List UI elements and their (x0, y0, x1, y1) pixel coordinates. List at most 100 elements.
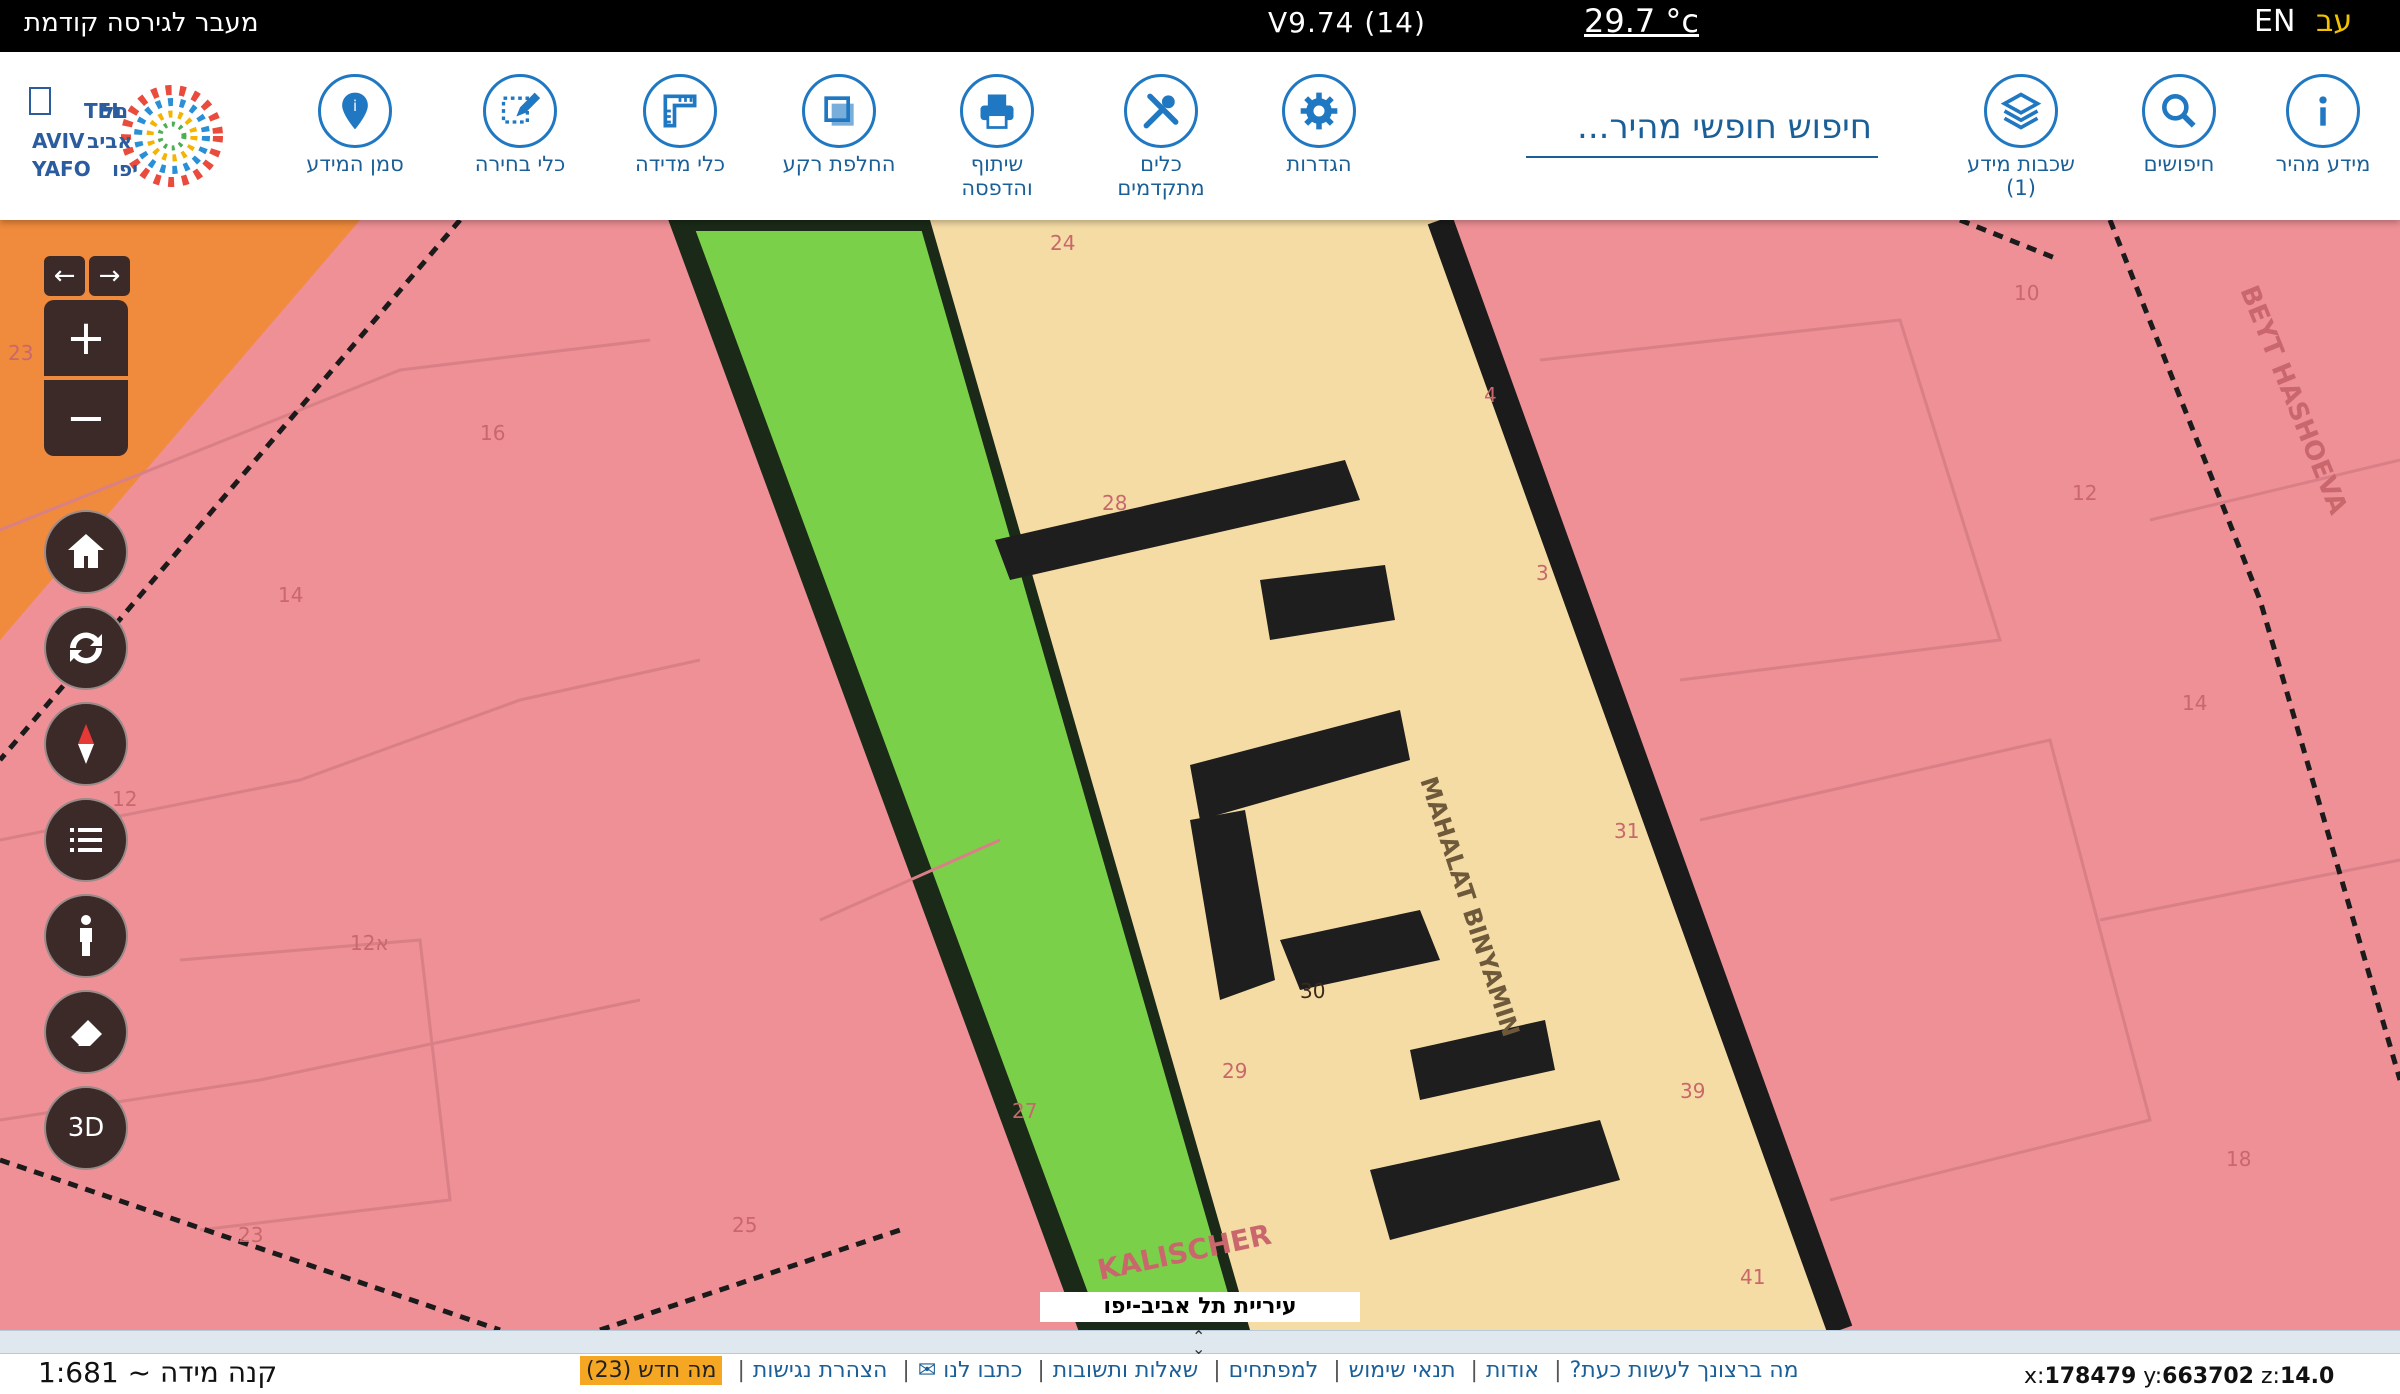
footer-link-accessibility[interactable]: הצהרת נגישות (753, 1358, 888, 1383)
list-icon (70, 828, 102, 852)
info-marker-label: סמן המידע (306, 152, 404, 176)
ruler-icon (643, 74, 717, 148)
street-view-button[interactable] (44, 894, 128, 978)
lang-he-button[interactable]: עב (2316, 4, 2352, 39)
3d-button[interactable]: 3D (44, 1086, 128, 1170)
info-layers-tool[interactable]: שכבות מידע (1) (1936, 74, 2106, 200)
z-label: z: (2261, 1364, 2280, 1389)
info-icon (2286, 74, 2360, 148)
plus-icon: + (65, 310, 107, 366)
footer-links: מה ברצונך לעשות כעת?| אודות| תנאי שימוש|… (580, 1356, 1799, 1385)
parcel-number: 23 (8, 341, 33, 365)
zoom-in-button[interactable]: + (44, 300, 128, 376)
footer-link-faq[interactable]: שאלות ותשובות (1053, 1358, 1198, 1383)
version-label: V9.74 (14) (1268, 6, 1426, 39)
map-view[interactable]: KALISCHER BEYT HASHOEVA MAHALAT BINYAMIN… (0, 220, 2400, 1330)
3d-label: 3D (67, 1113, 105, 1143)
temperature-link[interactable]: 29.7 °c (1584, 2, 1699, 40)
eraser-button[interactable] (44, 990, 128, 1074)
svg-text:i: i (353, 98, 357, 115)
tools-icon (1124, 74, 1198, 148)
footer-link-what-to-do[interactable]: מה ברצונך לעשות כעת? (1570, 1358, 1799, 1383)
info-layers-label: שכבות מידע (1967, 152, 2075, 176)
compass-icon (78, 724, 94, 764)
parcel-number: 18 (2226, 1147, 2251, 1171)
parcel-number: 24 (1050, 231, 1075, 255)
forward-arrow-icon[interactable]: → (89, 256, 130, 296)
footer-link-terms[interactable]: תנאי שימוש (1349, 1358, 1456, 1383)
toolbar: TEL AVIV YAFO תל אביב יפו i סמן המידע כל… (0, 52, 2400, 220)
panel-resize-handle[interactable]: ⌃ ⌄ (0, 1327, 2400, 1358)
refresh-button[interactable] (44, 606, 128, 690)
select-tool-label: כלי בחירה (474, 152, 566, 176)
back-arrow-icon[interactable]: ← (44, 256, 85, 296)
tel-aviv-logo[interactable]: TEL AVIV YAFO תל אביב יפו (22, 76, 252, 200)
logo-text-he-aviv: אביב (87, 129, 132, 153)
parcel-number: 31 (1614, 819, 1639, 843)
stack-layers-icon (1984, 74, 2058, 148)
coordinates-readout: x:178479 y:663702 z:14.0 (2024, 1364, 2334, 1389)
footer-link-about[interactable]: אודות (1486, 1358, 1539, 1383)
parcel-number: 25 (732, 1213, 757, 1237)
layers-copy-icon (802, 74, 876, 148)
eraser-icon (68, 1020, 102, 1048)
quick-info-tool[interactable]: מידע מהיר (2238, 74, 2400, 176)
home-button[interactable] (44, 510, 128, 594)
map-credit: עיריית תל אביב-יפו (1040, 1292, 1360, 1322)
zoom-out-button[interactable]: − (44, 380, 128, 456)
select-tool[interactable]: כלי בחירה (435, 74, 605, 176)
basemap-tool[interactable]: החלפת רקע (754, 74, 924, 176)
gear-icon (1282, 74, 1356, 148)
quick-search-input[interactable]: חיפוש חופשי מהיר... (1526, 102, 1878, 158)
y-value: 663702 (2162, 1364, 2254, 1389)
logo-text-yafo: YAFO (31, 157, 91, 181)
share-label-1: שיתוף (970, 152, 1024, 176)
parcel-number: 12 (2072, 481, 2097, 505)
legend-button[interactable] (44, 798, 128, 882)
parcel-number: 14 (278, 583, 303, 607)
status-bar: קנה מידה ~ 1:681 מה ברצונך לעשות כעת?| א… (0, 1354, 2400, 1394)
advanced-tools-label-1: כלים (1140, 152, 1182, 176)
footer-link-contact[interactable]: כתבו לנו ✉ (918, 1358, 1023, 1383)
parcel-number: 12א (350, 931, 389, 955)
measure-tool[interactable]: כלי מדידה (595, 74, 765, 176)
scale-label: קנה מידה ~ 1:681 (38, 1356, 278, 1389)
map-pin-icon: i (318, 74, 392, 148)
map-canvas[interactable]: KALISCHER BEYT HASHOEVA MAHALAT BINYAMIN… (0, 220, 2400, 1330)
share-print-tool[interactable]: שיתוף והדפסה (912, 74, 1082, 200)
expand-arrows-icon: ⌃ ⌄ (1192, 1327, 1206, 1358)
parcel-number: 28 (1102, 491, 1127, 515)
top-bar: מעבר לגירסה קודמת V9.74 (14) 29.7 °c EN … (0, 0, 2400, 52)
refresh-icon (70, 632, 102, 664)
measure-tool-label: כלי מדידה (634, 152, 726, 176)
minus-icon: − (65, 390, 107, 446)
parcel-number: 14 (2182, 691, 2207, 715)
advanced-tools-label-2: מתקדמים (1117, 176, 1205, 200)
x-label: x: (2024, 1364, 2045, 1389)
settings-tool[interactable]: הגדרות (1234, 74, 1404, 176)
whats-new-badge[interactable]: מה חדש (23) (580, 1356, 723, 1385)
person-icon (80, 915, 92, 956)
home-icon (68, 534, 104, 568)
previous-version-link[interactable]: מעבר לגירסה קודמת (24, 8, 258, 38)
printer-icon (960, 74, 1034, 148)
parcel-number: 16 (480, 421, 505, 445)
settings-label: הגדרות (1286, 152, 1352, 176)
parcel-number: 41 (1740, 1265, 1765, 1289)
logo-text-he-tel: תל (102, 99, 128, 123)
parcel-number: 39 (1680, 1079, 1705, 1103)
logo-text-aviv: AVIV (32, 129, 85, 153)
history-nav: ← → (44, 256, 130, 296)
parcel-number: 10 (2014, 281, 2039, 305)
x-value: 178479 (2044, 1364, 2137, 1389)
basemap-tool-label: החלפת רקע (782, 152, 896, 176)
parcel-number: 4 (1484, 383, 1497, 407)
parcel-number: 30 (1300, 979, 1325, 1003)
compass-button[interactable] (44, 702, 128, 786)
info-marker-tool[interactable]: i סמן המידע (270, 74, 440, 176)
lang-en-button[interactable]: EN (2254, 4, 2295, 39)
quick-info-label: מידע מהיר (2275, 152, 2371, 176)
z-value: 14.0 (2279, 1364, 2335, 1389)
footer-link-developers[interactable]: למפתחים (1229, 1358, 1319, 1383)
advanced-tools[interactable]: כלים מתקדמים (1076, 74, 1246, 200)
